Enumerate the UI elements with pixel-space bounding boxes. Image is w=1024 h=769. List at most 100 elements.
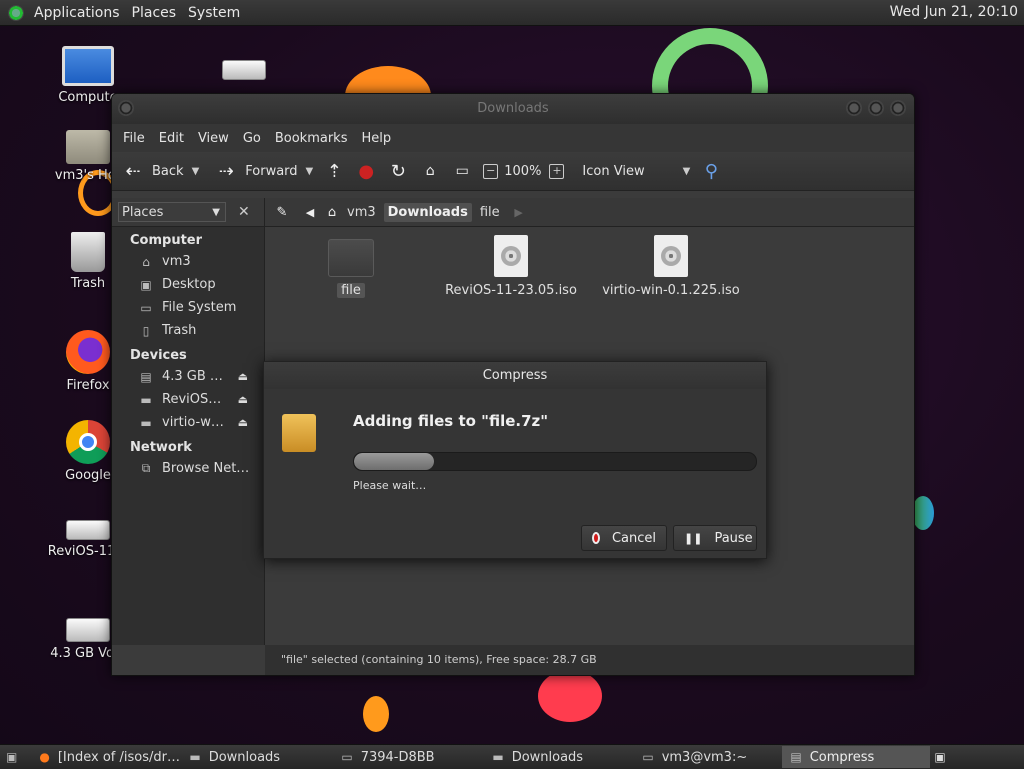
sidebar-item-label: Browse Net… (162, 461, 250, 476)
trash-icon (71, 232, 105, 272)
eject-icon[interactable]: ⏏ (238, 393, 248, 406)
workspace-switcher[interactable]: ▣ (930, 746, 957, 768)
close-icon[interactable]: ✕ (238, 204, 250, 220)
task-label: [Index of /isos/dr… (57, 749, 180, 765)
pause-button[interactable]: ❚❚ Pause (673, 525, 757, 551)
sidebar-selector[interactable]: Places ▼ (118, 202, 226, 222)
workspace-icon: ▣ (934, 750, 946, 764)
sidebar-header: Places ▼ ✕ (112, 198, 264, 227)
search-button[interactable]: ⚲ (700, 161, 722, 182)
forward-arrow-icon: ⇢ (218, 160, 234, 182)
show-desktop-button[interactable]: ▣ (0, 746, 31, 768)
applications-menu[interactable]: Applications (28, 5, 126, 21)
chevron-down-icon: ▼ (212, 207, 220, 218)
system-menu[interactable]: System (182, 5, 246, 21)
sidebar-section-network: Network (130, 440, 192, 455)
sidebar-item-file-system[interactable]: ▭ File System (112, 296, 264, 319)
taskbar-item-terminal[interactable]: ▭ vm3@vm3:~ (634, 746, 782, 768)
places-menu[interactable]: Places (126, 5, 183, 21)
forward-button[interactable]: ⇢ Forward ▼ (215, 160, 314, 182)
menu-help[interactable]: Help (354, 131, 398, 146)
sidebar-item-virtio[interactable]: ▬ virtio-w… ⏏ (112, 411, 264, 434)
clock[interactable]: Wed Jun 21, 20:10 (890, 4, 1018, 20)
zoom-in-icon[interactable]: + (549, 163, 565, 179)
drive-icon: ▭ (341, 750, 353, 764)
crumb-vm3[interactable]: vm3 (343, 203, 380, 222)
network-icon: ⧉ (141, 461, 151, 475)
taskbar-item-downloads[interactable]: ▬ Downloads (484, 746, 634, 768)
file-item-folder[interactable]: file (281, 239, 421, 298)
terminal-icon: ▭ (642, 750, 654, 764)
chevron-left-icon[interactable]: ◀ (299, 206, 321, 219)
stop-icon: ● (358, 160, 375, 182)
menu-bookmarks[interactable]: Bookmarks (268, 131, 355, 146)
menu-view[interactable]: View (191, 131, 236, 146)
task-label: Compress (809, 749, 875, 765)
sidebar-item-label: ReviOS… (162, 392, 222, 407)
taskbar-item-downloads[interactable]: ▬ Downloads (181, 746, 333, 768)
back-button[interactable]: ⇠ Back ▼ (122, 161, 199, 182)
sidebar-item-vm3[interactable]: ⌂ vm3 (112, 250, 264, 273)
computer-button[interactable]: ▭ (451, 163, 473, 179)
menu-file[interactable]: File (116, 131, 152, 146)
forward-dropdown-icon[interactable]: ▼ (306, 166, 314, 177)
sidebar-item-browse-network[interactable]: ⧉ Browse Net… (112, 457, 264, 480)
cancel-button[interactable]: Cancel (581, 525, 667, 551)
cancel-icon (592, 532, 600, 544)
file-item-iso[interactable]: virtio-win-0.1.225.iso (601, 235, 741, 298)
eject-icon[interactable]: ⏏ (238, 370, 248, 383)
disc-image-icon (494, 235, 528, 277)
reload-button[interactable]: ↻ (387, 161, 409, 182)
sidebar-item-revios[interactable]: ▬ ReviOS… ⏏ (112, 388, 264, 411)
back-arrow-icon: ⇠ (125, 160, 141, 182)
desktop-icon: ▣ (140, 277, 152, 292)
firefox-icon: ● (39, 750, 50, 764)
disc-image-icon (654, 235, 688, 277)
back-dropdown-icon[interactable]: ▼ (192, 166, 200, 177)
sidebar-item-label: File System (162, 300, 237, 315)
crumb-file[interactable]: file (476, 203, 504, 222)
forward-label: Forward (245, 163, 298, 179)
maximize-icon[interactable] (868, 100, 884, 116)
crumb-downloads[interactable]: Downloads (383, 202, 472, 222)
home-icon: ⌂ (142, 254, 150, 269)
menu-go[interactable]: Go (236, 131, 268, 146)
menu-edit[interactable]: Edit (152, 131, 191, 146)
taskbar-item-firefox[interactable]: ● [Index of /isos/dr… (31, 746, 181, 768)
up-button[interactable]: ⇡ (323, 161, 345, 182)
sidebar-item-label: vm3 (162, 254, 191, 269)
gnome-foot-icon[interactable] (8, 4, 24, 21)
desktop-icon-drive[interactable] (194, 60, 294, 84)
eject-icon[interactable]: ⏏ (238, 416, 248, 429)
chevron-right-icon[interactable]: ▶ (508, 206, 530, 219)
cancel-label: Cancel (611, 530, 656, 546)
view-mode-select[interactable]: Icon View ▼ (582, 164, 690, 179)
trash-icon: ▯ (142, 323, 150, 338)
drive-icon (66, 520, 110, 540)
optical-icon: ▬ (140, 415, 152, 430)
task-label: 7394-D8BB (360, 749, 435, 765)
compress-dialog: Compress Adding files to "file.7z" Pleas… (263, 361, 767, 559)
close-icon[interactable] (890, 100, 906, 116)
sidebar-item-desktop[interactable]: ▣ Desktop (112, 273, 264, 296)
window-menu-icon[interactable] (118, 100, 134, 116)
stop-button[interactable]: ● (355, 161, 377, 182)
zoom-out-icon[interactable]: − (483, 163, 499, 179)
window-titlebar[interactable]: Downloads (112, 94, 914, 124)
breadcrumb: ✎ ◀ ⌂ vm3 Downloads file ▶ (265, 198, 914, 227)
sidebar-item-volume[interactable]: ▤ 4.3 GB … ⏏ (112, 365, 264, 388)
file-item-iso[interactable]: ReviOS-11-23.05.iso (441, 235, 581, 298)
taskbar: ▣ ● [Index of /isos/dr… ▬ Downloads ▭ 7394-… (0, 744, 1024, 769)
home-button[interactable]: ⌂ (419, 163, 441, 179)
minimize-icon[interactable] (846, 100, 862, 116)
dialog-title[interactable]: Compress (264, 362, 766, 389)
sidebar-item-trash[interactable]: ▯ Trash (112, 319, 264, 342)
sidebar-item-label: 4.3 GB … (162, 369, 223, 384)
computer-icon: ▭ (455, 163, 469, 179)
drive-icon (66, 618, 110, 642)
taskbar-item-drive[interactable]: ▭ 7394-D8BB (333, 746, 484, 768)
chevron-down-icon: ▼ (682, 165, 691, 177)
toolbar: ⇠ Back ▼ ⇢ Forward ▼ ⇡ ● ↻ ⌂ ▭ − 100% + … (112, 152, 914, 191)
taskbar-item-compress[interactable]: ▤ Compress (782, 746, 931, 768)
edit-location-icon[interactable]: ✎ (271, 205, 293, 220)
